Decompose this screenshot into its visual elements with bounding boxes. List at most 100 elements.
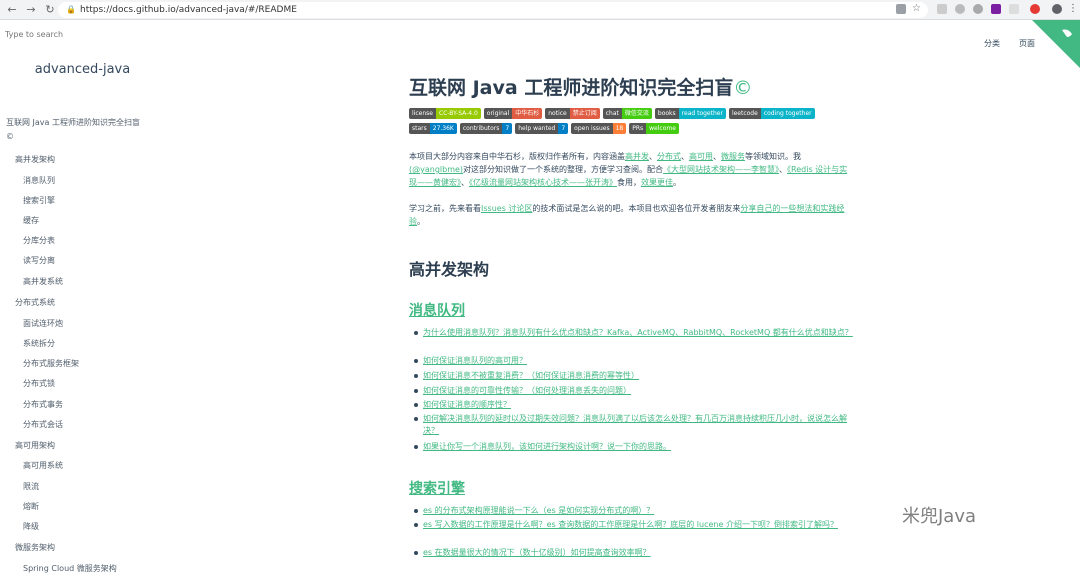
sidebar-item[interactable]: 熔断: [23, 501, 39, 512]
badge[interactable]: PRs welcome: [629, 123, 679, 134]
translate-icon[interactable]: [896, 4, 906, 14]
nav-categories[interactable]: 分类: [984, 38, 1000, 49]
badge[interactable]: leetcode coding together: [728, 108, 815, 119]
separator: 、: [681, 152, 689, 161]
profile-icon[interactable]: [1052, 4, 1062, 14]
sidebar-item[interactable]: 搜索引擎: [23, 195, 55, 206]
extension-icon[interactable]: [973, 4, 983, 14]
list-item: 如果让你写一个消息队列，该如何进行架构设计啊？说一下你的思路。: [414, 441, 854, 453]
question-link[interactable]: 如何保证消息队列的高可用？: [423, 355, 854, 367]
sidebar-item[interactable]: 高可用架构: [15, 440, 55, 451]
question-link[interactable]: es 的分布式架构原理能说一下么（es 是如何实现分布式的啊）？: [423, 505, 854, 517]
user-link[interactable]: (@yanglbme): [409, 165, 463, 174]
subsection-heading-mq[interactable]: 消息队列: [409, 300, 465, 320]
sidebar-item[interactable]: 系统拆分: [23, 338, 55, 349]
sidebar-item[interactable]: 分布式会话: [23, 419, 63, 430]
app-name[interactable]: advanced-java: [0, 62, 165, 77]
badge[interactable]: open issues 18: [571, 123, 627, 134]
reload-icon[interactable]: ↻: [43, 3, 57, 17]
intro-text: 、: [779, 165, 788, 174]
sidebar-item[interactable]: 高并发系统: [23, 276, 63, 287]
badge[interactable]: original 中华石杉: [483, 108, 543, 119]
list-item: 如何保证消息不被重复消费？（如何保证消息消费的幂等性）: [414, 370, 854, 382]
intro-paragraph: 本项目大部分内容来自中华石杉，版权归作者所有，内容涵盖高并发、分布式、高可用、微…: [409, 150, 849, 189]
effect-link[interactable]: 效果更佳: [641, 178, 673, 187]
sidebar-item[interactable]: 读写分离: [23, 255, 55, 266]
badge-label: original: [483, 108, 513, 119]
sidebar-item[interactable]: ©: [6, 132, 14, 141]
sidebar-item[interactable]: 缓存: [23, 215, 39, 226]
question-link[interactable]: es 写入数据的工作原理是什么啊？es 查询数据的工作原理是什么啊？底层的 lu…: [423, 519, 854, 531]
badge[interactable]: chat 微信交流: [602, 108, 652, 119]
badge-row: license CC-BY-SA-4.0 original 中华石杉 notice 禁止订…: [409, 108, 815, 119]
question-link[interactable]: 如果让你写一个消息队列，该如何进行架构设计啊？说一下你的思路。: [423, 441, 854, 453]
extension-icon[interactable]: [955, 4, 965, 14]
topic-link[interactable]: 高可用: [689, 152, 713, 161]
question-link[interactable]: 如何保证消息的顺序性？: [423, 399, 854, 411]
bullet-icon: [414, 417, 418, 421]
section-heading: 高并发架构: [409, 260, 490, 279]
sidebar-item[interactable]: 分布式服务框架: [23, 358, 79, 369]
question-link[interactable]: 如何解决消息队列的延时以及过期失效问题？消息队列满了以后该怎么处理？有几百万消息…: [423, 413, 854, 437]
sidebar-item[interactable]: 互联网 Java 工程师进阶知识完全扫盲: [6, 117, 140, 128]
extension-icon[interactable]: [1030, 4, 1040, 14]
bullet-icon: [414, 509, 418, 513]
sidebar-item[interactable]: 降级: [23, 521, 39, 532]
bullet-icon: [414, 523, 418, 527]
sidebar-item[interactable]: 限流: [23, 481, 39, 492]
sidebar-item[interactable]: 分布式锁: [23, 378, 55, 389]
github-corner-icon[interactable]: [1032, 20, 1080, 68]
watermark: 米兜Java: [902, 506, 977, 527]
separator: 、: [713, 152, 721, 161]
question-link[interactable]: 如何保证消息的可靠性传输？（如何处理消息丢失的问题）: [423, 385, 854, 397]
subsection-heading-search[interactable]: 搜索引擎: [409, 478, 465, 498]
sidebar-item[interactable]: 微服务架构: [15, 542, 55, 553]
badge-value: 禁止订阅: [569, 108, 600, 119]
bookmark-star-icon[interactable]: ☆: [912, 4, 922, 14]
intro-text: 。: [417, 217, 425, 226]
topic-link[interactable]: 高并发: [625, 152, 649, 161]
badge[interactable]: notice 禁止订阅: [545, 108, 600, 119]
sidebar-item[interactable]: 高并发架构: [15, 154, 55, 165]
sidebar-item[interactable]: 面试连环炮: [23, 318, 63, 329]
list-item: 为什么使用消息队列？消息队列有什么优点和缺点？Kafka、ActiveMQ、Ra…: [414, 327, 854, 339]
badge[interactable]: help wanted 7: [515, 123, 569, 134]
topic-link[interactable]: 微服务: [721, 152, 745, 161]
badge-value: 7: [502, 123, 513, 134]
book-link[interactable]: 《亿级流量网站架构核心技术——张开涛》: [469, 178, 617, 187]
badge-value: 微信交流: [621, 108, 652, 119]
question-link[interactable]: 如何保证消息不被重复消费？（如何保证消息消费的幂等性）: [423, 370, 854, 382]
badge[interactable]: contributors 7: [459, 123, 513, 134]
book-link[interactable]: 《大型网站技术架构——李智慧》: [663, 165, 779, 174]
issues-link[interactable]: Issues 讨论区: [481, 204, 532, 213]
extension-icon[interactable]: [991, 4, 1001, 14]
menu-icon[interactable]: ⋮: [1068, 4, 1078, 14]
question-link[interactable]: 为什么使用消息队列？消息队列有什么优点和缺点？Kafka、ActiveMQ、Ra…: [423, 327, 854, 339]
sidebar-item[interactable]: 分布式系统: [15, 297, 55, 308]
question-link[interactable]: es 在数据量很大的情况下（数十亿级别）如何提高查询效率啊？: [423, 547, 854, 559]
badge[interactable]: license CC-BY-SA-4.0: [409, 108, 481, 119]
extension-icon[interactable]: [1009, 4, 1019, 14]
intro-paragraph-2: 学习之前，先来看看Issues 讨论区的技术面试是怎么说的吧。本项目也欢迎各位开…: [409, 202, 849, 228]
url-text: https://docs.github.io/advanced-java/#/R…: [80, 5, 297, 15]
sidebar-item[interactable]: 分布式事务: [23, 399, 63, 410]
copyright-link[interactable]: ©: [733, 77, 752, 99]
badge-value: CC-BY-SA-4.0: [435, 108, 481, 119]
sidebar-item[interactable]: 高可用系统: [23, 460, 63, 471]
extension-icon[interactable]: [937, 4, 947, 14]
badge-label: license: [409, 108, 436, 119]
page-title: 互联网 Java 工程师进阶知识完全扫盲©: [409, 73, 752, 100]
bullet-icon: [414, 374, 418, 378]
search-input[interactable]: Type to search: [5, 30, 63, 39]
address-bar[interactable]: 🔒 https://docs.github.io/advanced-java/#…: [58, 2, 928, 18]
badge[interactable]: books read together: [654, 108, 726, 119]
back-icon[interactable]: ←: [5, 3, 19, 17]
intro-text: 的技术面试是怎么说的吧。本项目也欢迎各位开发者朋友来: [532, 204, 741, 213]
topic-link[interactable]: 分布式: [657, 152, 681, 161]
sidebar-item[interactable]: 消息队列: [23, 175, 55, 186]
list-item: es 写入数据的工作原理是什么啊？es 查询数据的工作原理是什么啊？底层的 lu…: [414, 519, 854, 531]
sidebar-item[interactable]: 分库分表: [23, 235, 55, 246]
badge[interactable]: stars 27.36K: [409, 123, 457, 134]
sidebar-item[interactable]: Spring Cloud 微服务架构: [23, 563, 117, 574]
forward-icon[interactable]: →: [24, 3, 38, 17]
